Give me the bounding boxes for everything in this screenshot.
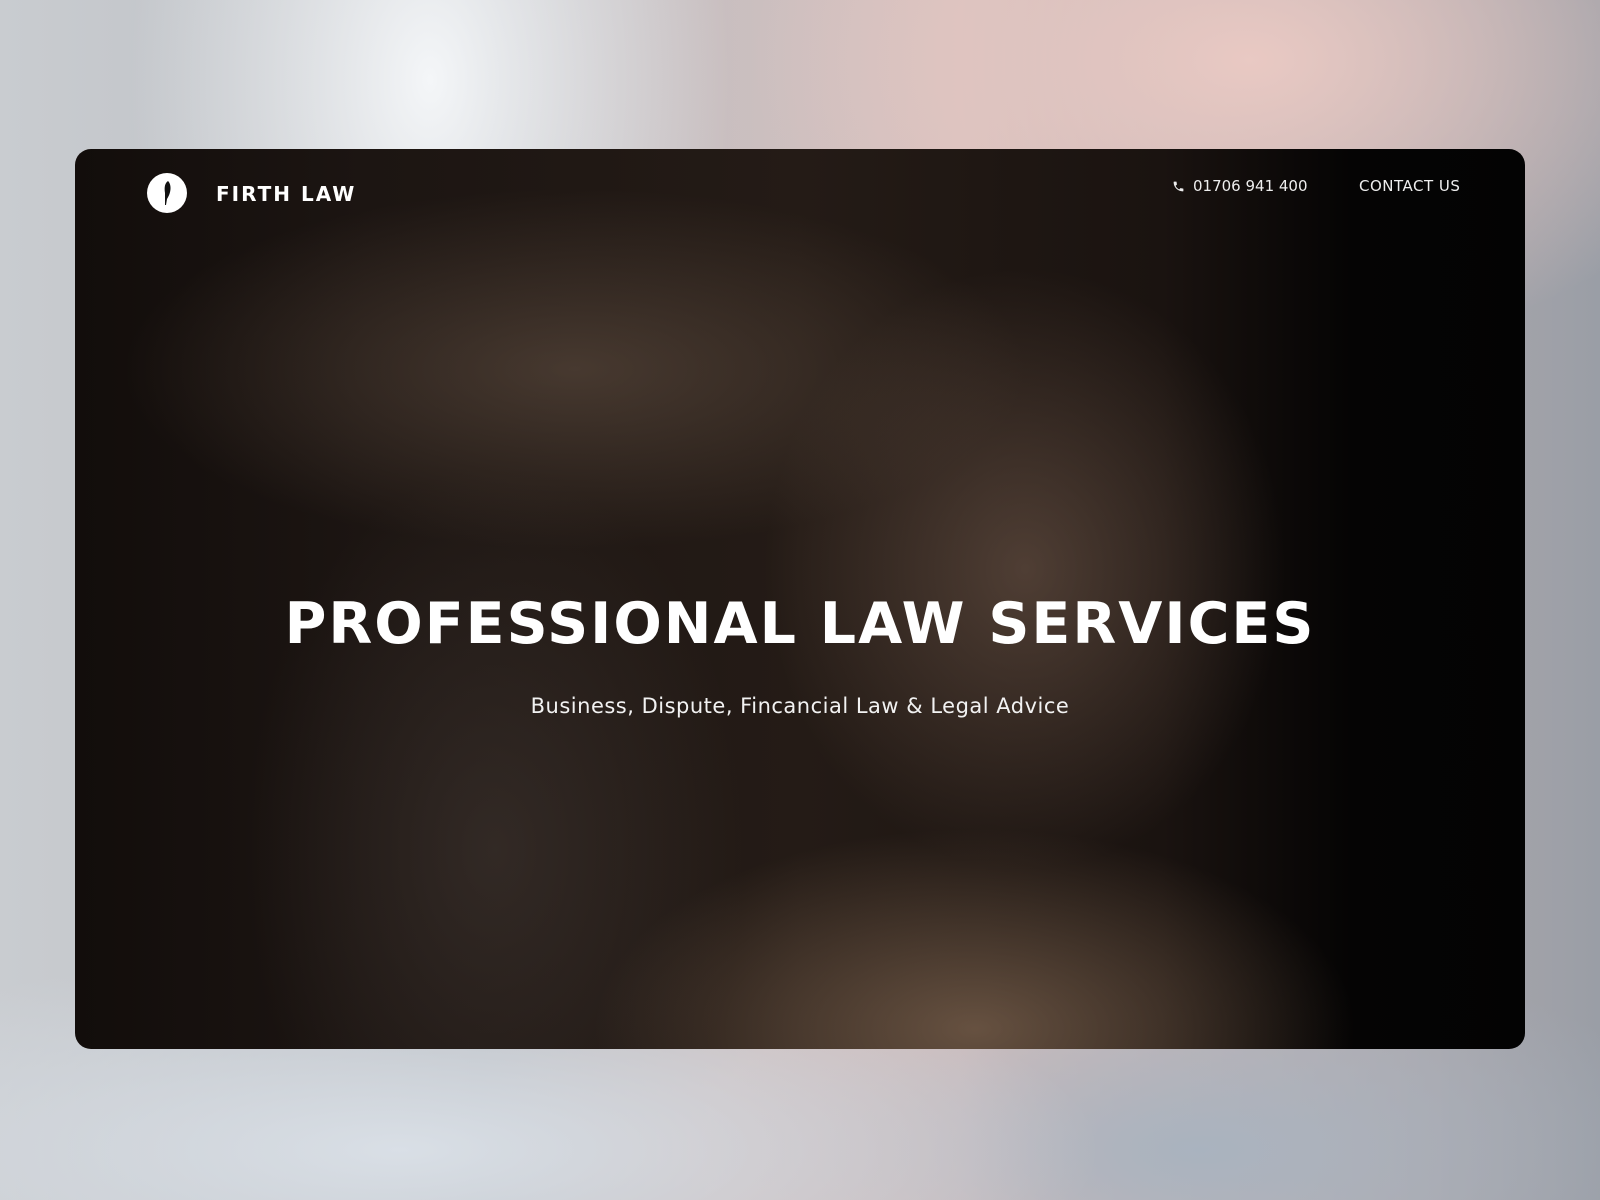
hero-title: PROFESSIONAL LAW SERVICES	[284, 591, 1316, 657]
hero-subtitle: Business, Dispute, Fincancial Law & Lega…	[530, 694, 1070, 718]
quill-icon	[164, 181, 171, 205]
brand-name[interactable]: FIRTH LAW	[216, 182, 356, 206]
navbar: FIRTH LAW 01706 941 400 CONTACT US	[75, 149, 1525, 239]
contact-us-link[interactable]: CONTACT US	[1359, 177, 1460, 195]
phone-icon	[1173, 181, 1184, 191]
hero-section: FIRTH LAW 01706 941 400 CONTACT US PROFE…	[75, 149, 1525, 1049]
logo[interactable]	[147, 173, 187, 213]
phone-number: 01706 941 400	[1193, 177, 1308, 195]
phone-link[interactable]: 01706 941 400	[1172, 177, 1308, 195]
